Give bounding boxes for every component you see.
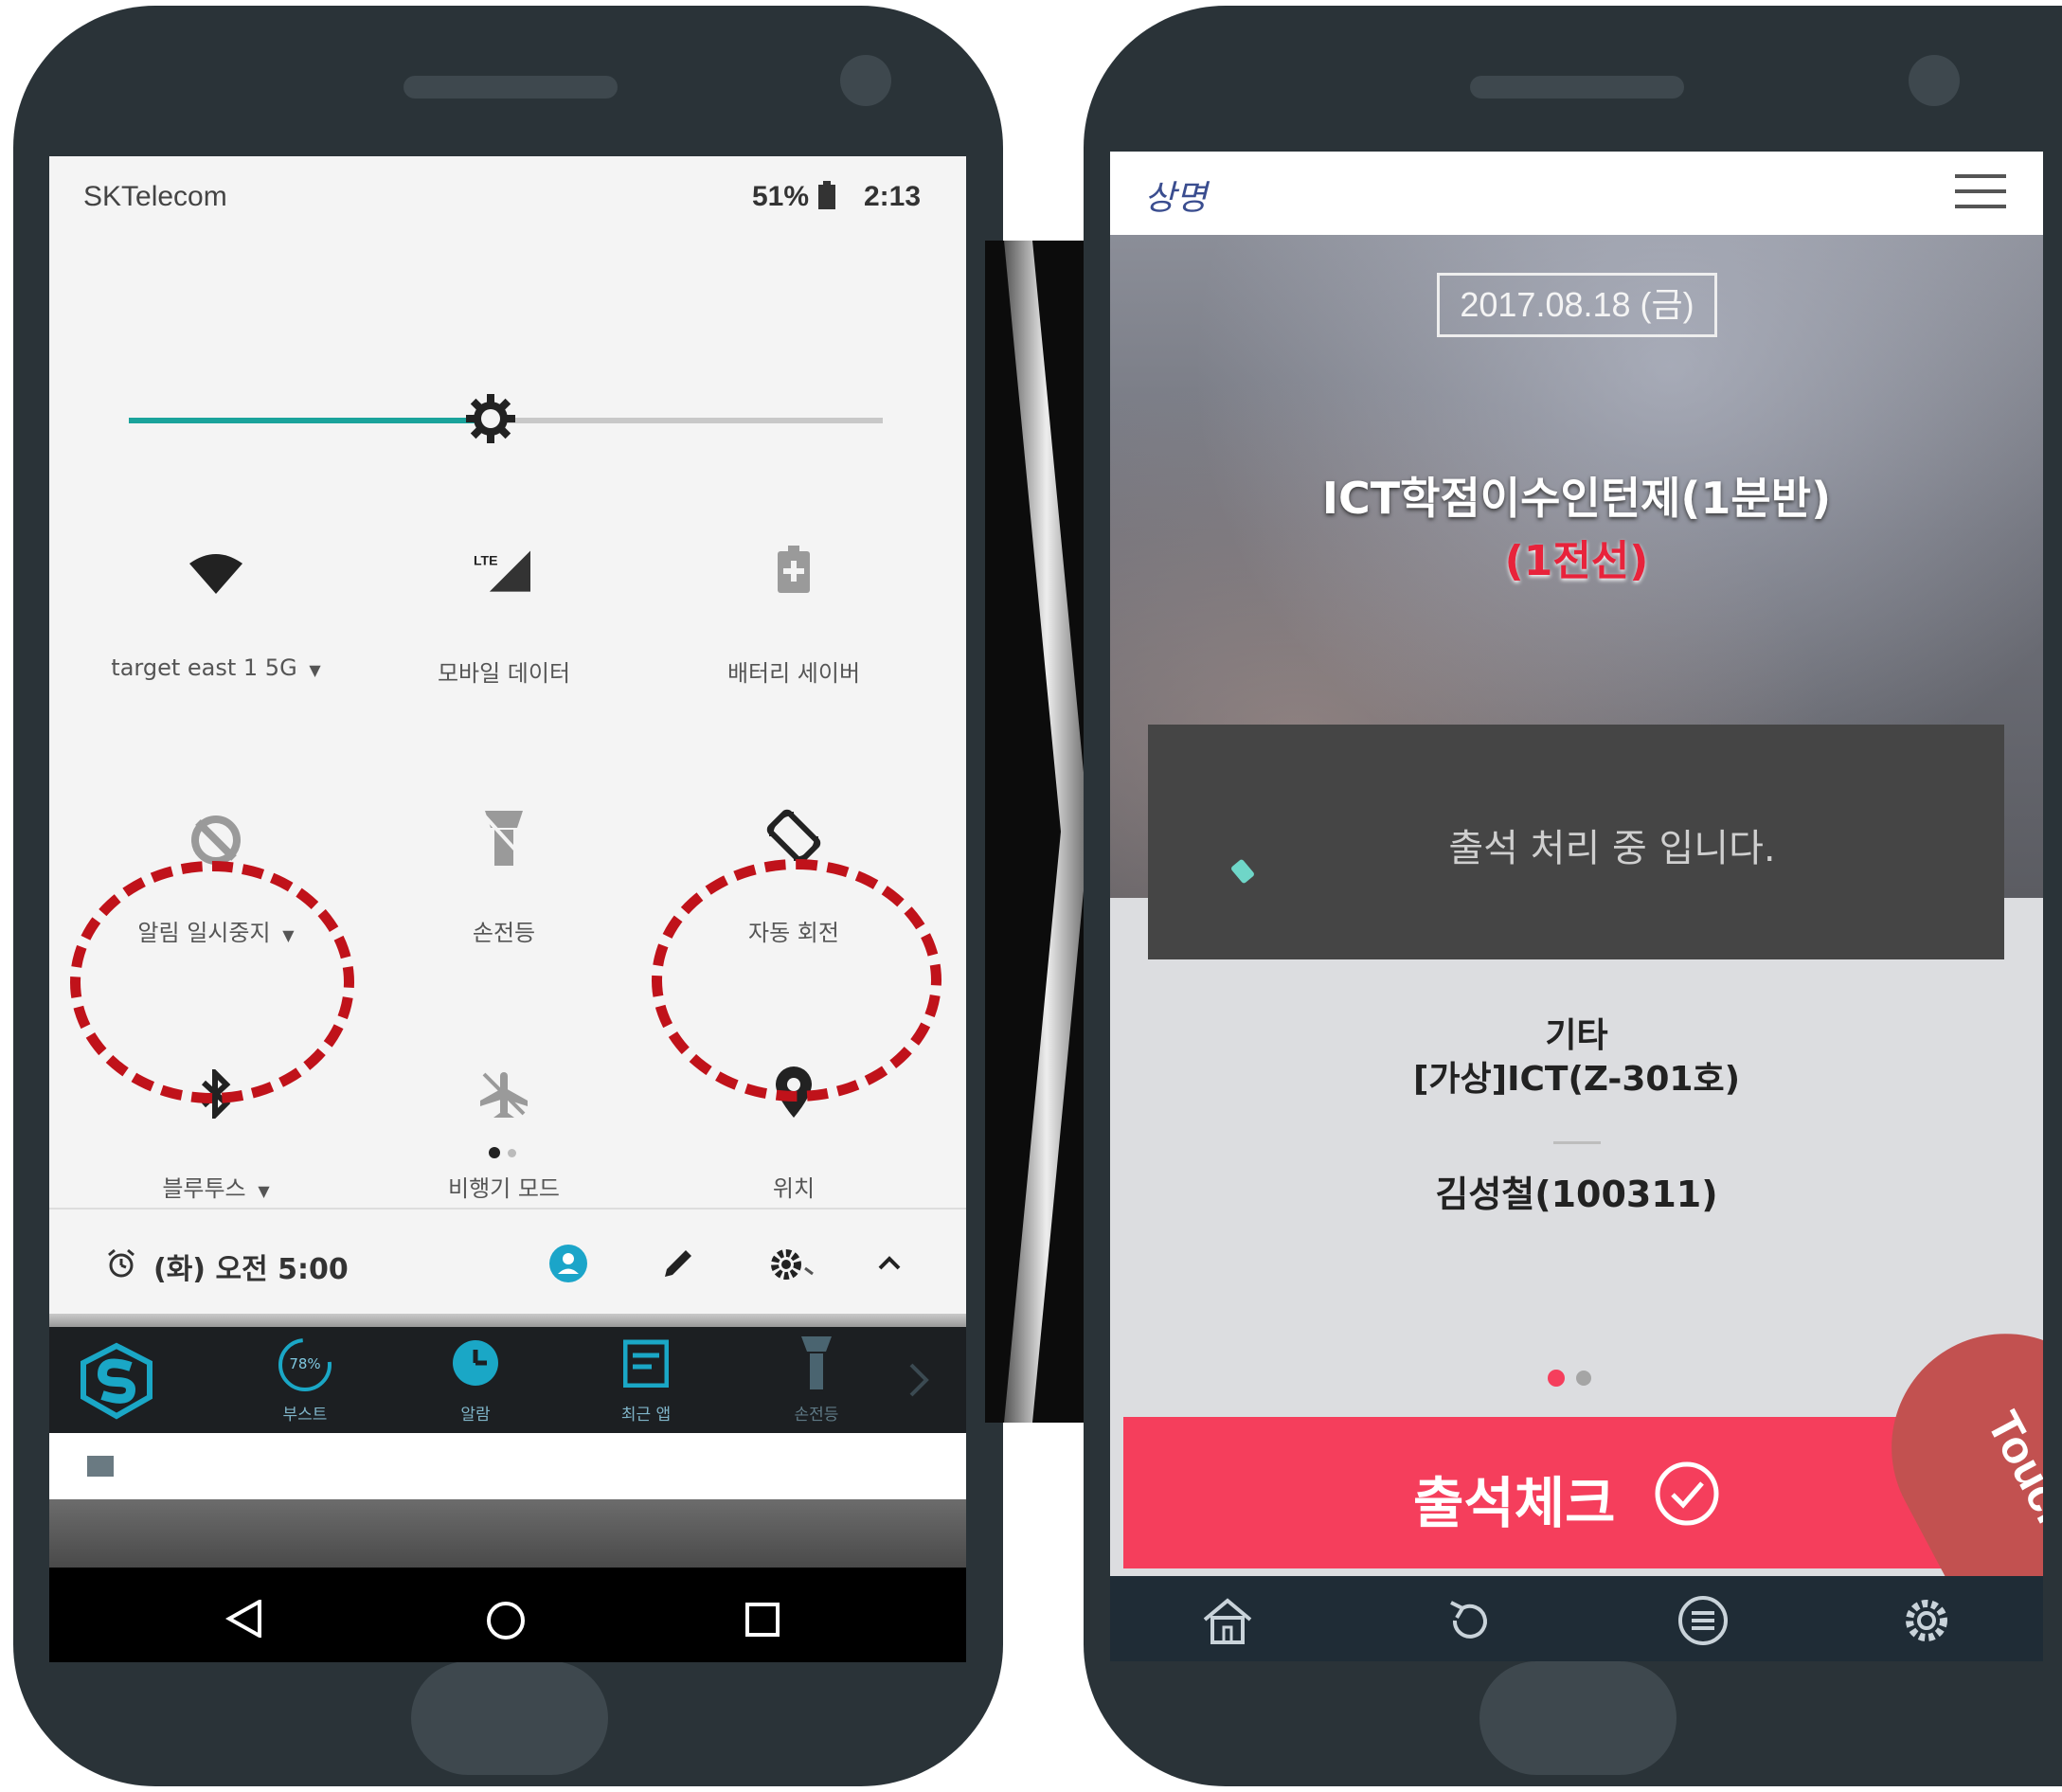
- highlight-circle-bluetooth: [70, 861, 354, 1103]
- dock-shadow: [49, 1314, 966, 1327]
- mobile-data-icon: LTE: [474, 543, 530, 600]
- dropdown-arrow-icon[interactable]: ▼: [253, 1182, 269, 1200]
- dock-item-flashlight[interactable]: 손전등: [760, 1336, 873, 1431]
- hardware-home-button[interactable]: [411, 1661, 608, 1775]
- dock-item-alarm[interactable]: 알람: [419, 1336, 532, 1431]
- alarm-clock-icon: [106, 1248, 136, 1279]
- chevron-arrow-icon: [1004, 241, 1089, 1423]
- tile-auto-rotate[interactable]: 자동 회전: [652, 649, 936, 946]
- edit-pencil-icon[interactable]: [661, 1246, 695, 1281]
- clock: 2:13: [864, 181, 922, 212]
- info-divider: [1553, 1141, 1601, 1144]
- list-icon[interactable]: [1676, 1595, 1730, 1646]
- left-screen: SKTelecom 51% 2:13 target east 1 5G ▼ LT…: [49, 156, 966, 1662]
- tile-mobile-data[interactable]: LTE 모바일 데이터: [362, 384, 646, 687]
- wifi-icon: [188, 545, 244, 601]
- highlight-circle-location: [652, 859, 941, 1102]
- settings-icon[interactable]: [1900, 1595, 1953, 1646]
- dock-item-recent-apps[interactable]: 최근 앱: [589, 1336, 703, 1431]
- info-student: 김성철(100311): [1435, 1174, 1718, 1215]
- processing-dialog: 출석 처리 중 입니다.: [1148, 725, 2004, 959]
- collapse-chevron-up-icon[interactable]: [875, 1249, 904, 1278]
- check-circle-icon: [1655, 1461, 1719, 1526]
- tile-wifi[interactable]: target east 1 5G ▼: [74, 384, 358, 681]
- divider: [49, 1208, 966, 1210]
- app-header: 상명: [1110, 152, 2043, 235]
- navigation-bar: [49, 1568, 966, 1662]
- alarm-clock-icon: [453, 1340, 498, 1386]
- refresh-icon[interactable]: [1443, 1597, 1497, 1644]
- date-box: 2017.08.18 (금): [1437, 273, 1717, 337]
- dock-next-chevron-icon[interactable]: [904, 1361, 932, 1399]
- page-dot-active: [489, 1147, 500, 1158]
- spinner-icon: [1229, 858, 1256, 885]
- image-icon: [87, 1456, 114, 1477]
- tile-airplane-mode[interactable]: 비행기 모드: [362, 905, 646, 1202]
- recents-icon[interactable]: [744, 1602, 780, 1638]
- do-not-disturb-icon: [188, 812, 244, 869]
- battery-saver-icon: [765, 541, 822, 598]
- dock-label: 부스트: [282, 1406, 328, 1425]
- user-account-icon[interactable]: [549, 1245, 587, 1282]
- app-s-logo-icon[interactable]: [78, 1342, 155, 1420]
- dock-flashlight-icon: [801, 1336, 832, 1389]
- front-camera: [840, 55, 891, 106]
- bottom-navigation: [1110, 1576, 2043, 1661]
- dock-label: 최근 앱: [620, 1406, 672, 1425]
- tile-flashlight[interactable]: 손전등: [362, 649, 646, 946]
- back-icon[interactable]: [225, 1600, 263, 1638]
- tile-label: 비행기 모드: [447, 1175, 561, 1202]
- earpiece-speaker: [403, 76, 618, 99]
- carousel-dot: [1576, 1371, 1591, 1386]
- hamburger-menu-icon[interactable]: [1955, 174, 2006, 212]
- carousel-dot-active: [1548, 1370, 1565, 1387]
- tile-label: 블루투스: [162, 1175, 246, 1202]
- lte-badge: LTE: [474, 552, 498, 567]
- settings-gear-icon[interactable]: [769, 1245, 826, 1283]
- carousel-indicator: [1548, 1370, 1595, 1387]
- quick-launch-dock: 78% 부스트 알람 최근 앱 손전등: [49, 1327, 966, 1433]
- battery-percent: 51%: [752, 181, 810, 212]
- course-title: ICT학점이수인턴제(1분반): [1321, 473, 1832, 524]
- earpiece-speaker: [1470, 76, 1684, 99]
- front-camera: [1909, 55, 1960, 106]
- page-indicator: [489, 1147, 527, 1158]
- dock-item-boost[interactable]: 78% 부스트: [248, 1336, 362, 1431]
- info-category: 기타: [1545, 1016, 1608, 1055]
- home-icon[interactable]: [1201, 1597, 1254, 1644]
- boost-badge: 78%: [289, 1355, 321, 1372]
- tile-do-not-disturb[interactable]: 알림 일시중지 ▼: [74, 649, 358, 946]
- processing-message: 출석 처리 중 입니다.: [1448, 827, 1776, 870]
- flashlight-icon: [475, 810, 532, 867]
- course-subtitle: (1전선): [1504, 537, 1649, 585]
- dimmed-background: [49, 1499, 966, 1568]
- home-icon[interactable]: [485, 1600, 527, 1641]
- attendance-button-label: 출석체크: [1413, 1471, 1616, 1535]
- tile-battery-saver[interactable]: 배터리 세이버: [652, 384, 936, 687]
- page-dot: [508, 1149, 516, 1157]
- battery-icon: [818, 181, 835, 209]
- right-screen: 상명 2017.08.18 (금) ICT학점이수인턴제(1분반) (1전선) …: [1110, 152, 2043, 1661]
- info-room: [가상]ICT(Z-301호): [1412, 1060, 1741, 1099]
- notification-strip[interactable]: [49, 1433, 966, 1499]
- recent-apps-icon: [623, 1339, 669, 1388]
- carrier-name: SKTelecom: [83, 181, 227, 212]
- next-alarm-text[interactable]: (화) 오전 5:00: [153, 1245, 349, 1287]
- dock-label: 손전등: [794, 1406, 839, 1425]
- auto-rotate-icon: [765, 808, 822, 865]
- hardware-home-button[interactable]: [1479, 1661, 1676, 1775]
- airplane-mode-icon: [475, 1066, 532, 1122]
- touch-label: Touch: [1977, 1404, 2043, 1545]
- dock-label: 알람: [460, 1406, 491, 1425]
- university-logo[interactable]: 상명: [1144, 170, 1207, 220]
- tile-label: 위치: [772, 1175, 816, 1202]
